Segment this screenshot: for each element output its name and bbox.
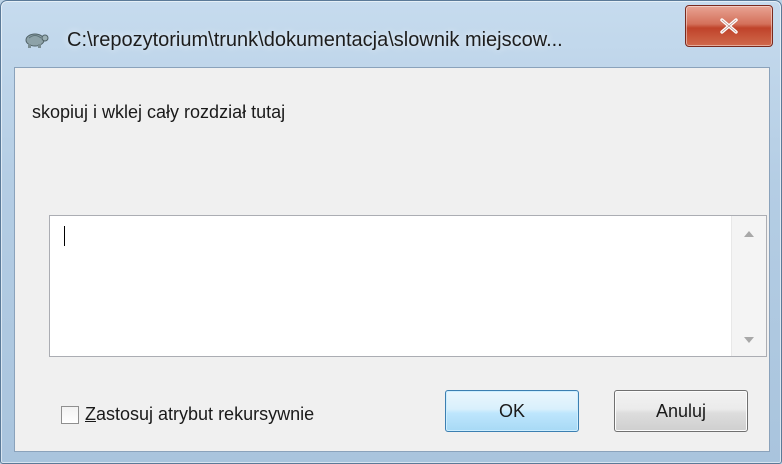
text-caret — [64, 226, 65, 246]
tortoise-icon — [23, 29, 49, 49]
prompt-label: skopiuj i wklej cały rozdział tutaj — [32, 102, 286, 122]
dialog-client-area: skopiuj i wklej cały rozdział tutaj Zast… — [14, 67, 770, 452]
ok-button[interactable]: OK — [445, 390, 579, 432]
text-input-box[interactable] — [49, 215, 767, 357]
recursive-checkbox[interactable] — [61, 405, 79, 424]
recursive-checkbox-label[interactable]: Zastosuj atrybut rekursywnie — [85, 404, 314, 425]
recursive-checkbox-mnemonic: Z — [85, 404, 96, 424]
scroll-down-button[interactable] — [732, 322, 766, 356]
recursive-checkbox-label-text: astosuj atrybut rekursywnie — [96, 404, 315, 424]
close-button[interactable] — [685, 5, 773, 47]
scroll-up-button[interactable] — [732, 216, 766, 250]
text-input[interactable] — [50, 216, 730, 356]
cancel-button[interactable]: Anuluj — [614, 390, 748, 432]
window-title: C:\repozytorium\trunk\dokumentacja\slown… — [67, 29, 563, 51]
close-icon — [718, 17, 740, 35]
arrow-up-icon — [744, 224, 754, 242]
dialog-window: C:\repozytorium\trunk\dokumentacja\slown… — [0, 0, 782, 464]
arrow-down-icon — [744, 330, 754, 348]
vertical-scrollbar[interactable] — [731, 216, 766, 356]
title-bar[interactable]: C:\repozytorium\trunk\dokumentacja\slown… — [1, 1, 781, 67]
recursive-checkbox-row[interactable]: Zastosuj atrybut rekursywnie — [61, 404, 314, 425]
